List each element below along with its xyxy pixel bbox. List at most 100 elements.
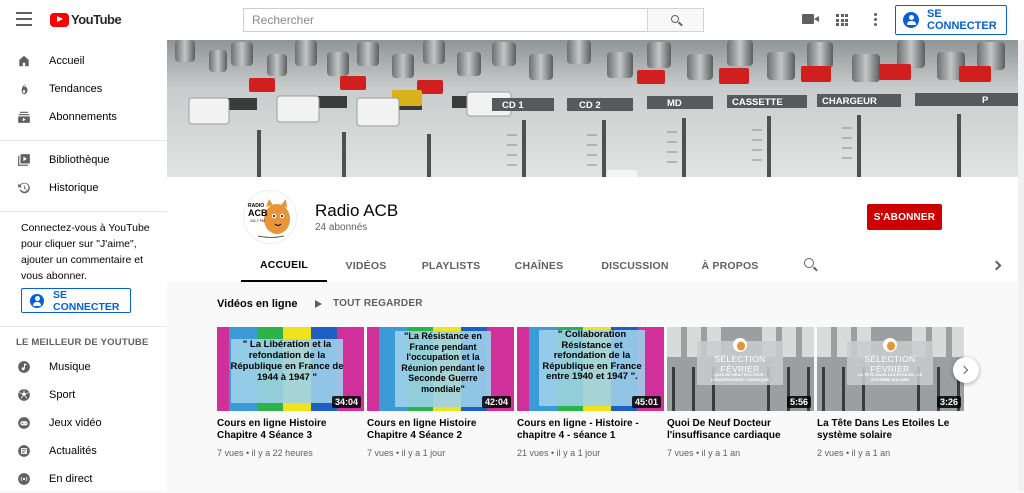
signin-button[interactable]: SE CONNECTER [895,5,1007,35]
video-duration: 5:56 [786,396,811,408]
channel-avatar[interactable]: RADIO ACB 101.7 FM [243,190,297,244]
channel-search-button[interactable] [804,258,818,272]
sidebar-item-label: Musique [49,361,91,373]
tab-discussion[interactable]: DISCUSSION [581,250,689,282]
tab-playlists[interactable]: PLAYLISTS [405,250,497,282]
subscribe-button[interactable]: S'ABONNER [867,204,942,230]
video-title[interactable]: La Tête Dans Les Etoiles Le système sola… [817,418,964,442]
video-card[interactable]: SÉLECTION FÉVRIER LA TÊTE DANS LES ÉTOIL… [817,327,964,458]
sidebar-item-label: Tendances [49,83,103,95]
news-icon [18,445,30,457]
video-duration: 34:04 [331,396,361,408]
video-thumbnail[interactable]: SÉLECTION FÉVRIER LA TÊTE DANS LES ÉTOIL… [817,327,964,411]
banner-label: P [982,95,989,106]
video-meta: 21 vues • il y a 1 jour [517,448,601,458]
sidebar-item-jeux-video[interactable]: Jeux vidéo [0,409,167,437]
channel-name: Radio ACB [315,201,399,220]
home-icon [19,55,29,67]
logo-text-main: ACB [248,208,268,218]
video-thumbnail[interactable]: SÉLECTION FÉVRIER QUOI DE NEUF DOCTEUR :… [667,327,814,411]
fire-icon [21,83,28,95]
video-title[interactable]: Cours en ligne Histoire Chapitre 4 Séanc… [367,418,514,442]
video-thumbnail[interactable]: " Collaboration Résistance et refondatio… [517,327,664,411]
history-icon [18,182,30,194]
subscriptions-icon [18,111,30,123]
sidebar-item-historique[interactable]: Historique [0,174,167,202]
tab-a-propos[interactable]: À PROPOS [689,250,771,282]
video-meta: 7 vues • il y a 22 heures [217,448,313,458]
best-of-youtube-heading: LE MEILLEUR DE YOUTUBE [16,337,149,348]
thumbnail-subtext: QUOI DE NEUF DOCTEUR : L'INSUFFISANCE CA… [710,372,770,382]
mixing-console-image: CD 1 CD 2 MD CASSETTE CHARGEUR P [167,40,1018,177]
top-bar: YouTube SE CONNECTER [0,0,1024,40]
sidebar-item-tendances[interactable]: Tendances [0,75,167,103]
video-title[interactable]: Cours en ligne Histoire Chapitre 4 Séanc… [217,418,364,442]
banner-label: CD 2 [579,100,601,111]
youtube-logo[interactable]: YouTube [50,12,122,27]
tabs-next-arrow[interactable] [992,260,1002,272]
music-icon [18,361,30,373]
banner-label: CD 1 [502,100,524,111]
video-thumbnail[interactable]: "La Résistance en France pendant l'occup… [367,327,514,411]
more-vert-icon[interactable] [874,13,877,27]
shelf-next-arrow[interactable] [953,357,979,383]
sidebar-item-label: Jeux vidéo [49,417,102,429]
play-icon [315,299,322,308]
video-meta: 7 vues • il y a 1 an [667,448,741,458]
video-meta: 7 vues • il y a 1 jour [367,448,446,458]
video-thumbnail[interactable]: " La Libération et la refondation de la … [217,327,364,411]
video-meta: 2 vues • il y a 1 an [817,448,891,458]
sidebar-divider [0,326,167,327]
sidebar-signin-button[interactable]: SE CONNECTER [21,288,131,313]
play-all-button[interactable]: TOUT REGARDER [315,298,423,309]
sidebar-item-musique[interactable]: Musique [0,353,167,381]
sidebar-item-abonnements[interactable]: Abonnements [0,103,167,131]
sidebar-item-sport[interactable]: Sport [0,381,167,409]
live-icon [18,473,30,485]
sidebar-item-bibliotheque[interactable]: Bibliothèque [0,146,167,174]
gaming-icon [18,417,30,429]
tab-videos[interactable]: VIDÉOS [327,250,405,282]
radio-acb-logo: RADIO ACB 101.7 FM [244,191,296,243]
video-title[interactable]: Quoi De Neuf Docteur l'insuffisance card… [667,418,814,442]
sidebar-item-actualites[interactable]: Actualités [0,437,167,465]
scrollbar[interactable] [1018,40,1024,491]
sidebar-item-label: En direct [49,473,93,485]
sidebar-item-accueil[interactable]: Accueil [0,47,167,75]
search-button[interactable] [647,8,704,32]
sidebar-item-label: Abonnements [49,111,117,123]
video-card[interactable]: " Collaboration Résistance et refondatio… [517,327,664,458]
channel-banner: CD 1 CD 2 MD CASSETTE CHARGEUR P [167,40,1018,177]
video-duration: 3:26 [936,396,961,408]
tab-accueil[interactable]: ACCUEIL [241,250,327,282]
video-card[interactable]: SÉLECTION FÉVRIER QUOI DE NEUF DOCTEUR :… [667,327,814,458]
apps-icon[interactable] [836,14,848,26]
search-icon [804,258,814,268]
shelf-title[interactable]: Vidéos en ligne [217,298,298,310]
search-input[interactable] [243,8,647,32]
thumbnail-text: "La Résistance en France pendant l'occup… [401,331,485,394]
video-duration: 45:01 [631,396,661,408]
video-card[interactable]: " La Libération et la refondation de la … [217,327,364,458]
sport-icon [18,389,30,401]
sidebar-item-label: Sport [49,389,76,401]
play-all-label: TOUT REGARDER [333,298,423,309]
tab-chaines[interactable]: CHAÎNES [497,250,581,282]
search-icon [671,15,679,23]
youtube-play-icon [50,12,69,27]
video-duration: 42:04 [481,396,511,408]
logo-text: YouTube [71,12,122,27]
video-title[interactable]: Cours en ligne - Histoire - chapitre 4 -… [517,418,664,442]
library-icon [18,154,30,166]
video-camera-icon[interactable] [802,14,819,24]
account-icon [903,12,919,28]
channel-header: RADIO ACB 101.7 FM Radio ACB 24 abonnés … [167,177,1018,282]
video-card[interactable]: "La Résistance en France pendant l'occup… [367,327,514,458]
thumbnail-text: SÉLECTION FÉVRIER [714,354,766,374]
thumbnail-text: " Collaboration Résistance et refondatio… [542,329,642,382]
signin-label: SE CONNECTER [927,8,997,32]
banner-label: MD [667,98,682,109]
thumbnail-text: " La Libération et la refondation de la … [230,339,344,383]
sidebar-item-en-direct[interactable]: En direct [0,465,167,493]
menu-icon[interactable] [16,12,32,26]
